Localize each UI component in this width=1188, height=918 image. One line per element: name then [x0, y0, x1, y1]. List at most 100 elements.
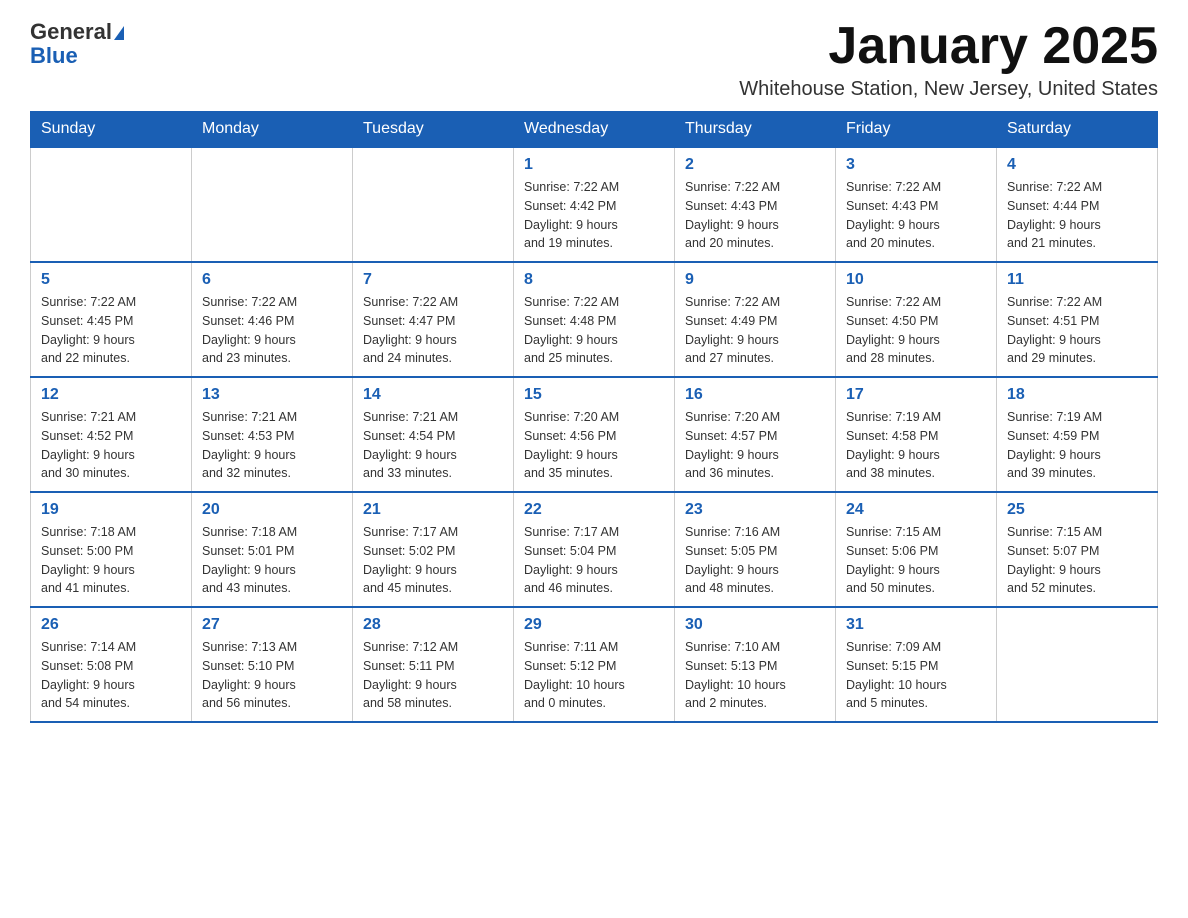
weekday-header-sunday: Sunday [31, 112, 192, 148]
day-number: 4 [1007, 156, 1147, 174]
day-info: Sunrise: 7:18 AM Sunset: 5:00 PM Dayligh… [41, 523, 181, 598]
calendar-cell: 15 Sunrise: 7:20 AM Sunset: 4:56 PM Dayli… [514, 377, 675, 492]
calendar-week-row: 12 Sunrise: 7:21 AM Sunset: 4:52 PM Dayli… [31, 377, 1158, 492]
day-number: 16 [685, 386, 825, 404]
logo-general-text: General [30, 19, 112, 44]
calendar-cell: 21Sunrise: 7:17 AM Sunset: 5:02 PM Dayli… [353, 492, 514, 607]
day-number: 2 [685, 156, 825, 174]
day-number: 14 [363, 386, 503, 404]
day-number: 5 [41, 271, 181, 289]
day-info: Sunrise: 7:20 AM Sunset: 4:57 PM Dayligh… [685, 408, 825, 483]
day-number: 25 [1007, 501, 1147, 519]
day-info: Sunrise: 7:22 AM Sunset: 4:42 PM Dayligh… [524, 178, 664, 253]
day-number: 18 [1007, 386, 1147, 404]
day-info: Sunrise: 7:22 AM Sunset: 4:48 PM Dayligh… [524, 293, 664, 368]
day-number: 12 [41, 386, 181, 404]
calendar-cell: 29Sunrise: 7:11 AM Sunset: 5:12 PM Dayli… [514, 607, 675, 722]
day-number: 24 [846, 501, 986, 519]
weekday-header-row: SundayMondayTuesdayWednesdayThursdayFrid… [31, 112, 1158, 148]
day-info: Sunrise: 7:17 AM Sunset: 5:04 PM Dayligh… [524, 523, 664, 598]
calendar-cell: 17 Sunrise: 7:19 AM Sunset: 4:58 PM Dayli… [836, 377, 997, 492]
day-number: 26 [41, 616, 181, 634]
weekday-header-saturday: Saturday [997, 112, 1158, 148]
day-number: 28 [363, 616, 503, 634]
calendar-cell: 26 Sunrise: 7:14 AM Sunset: 5:08 PM Dayli… [31, 607, 192, 722]
calendar-cell: 2 Sunrise: 7:22 AM Sunset: 4:43 PM Daylig… [675, 147, 836, 262]
logo: General Blue [30, 20, 124, 68]
calendar-table: SundayMondayTuesdayWednesdayThursdayFrid… [30, 111, 1158, 723]
day-number: 3 [846, 156, 986, 174]
day-number: 15 [524, 386, 664, 404]
calendar-cell: 1 Sunrise: 7:22 AM Sunset: 4:42 PM Daylig… [514, 147, 675, 262]
calendar-cell: 20 Sunrise: 7:18 AM Sunset: 5:01 PM Dayli… [192, 492, 353, 607]
calendar-cell: 22 Sunrise: 7:17 AM Sunset: 5:04 PM Dayli… [514, 492, 675, 607]
day-info: Sunrise: 7:16 AM Sunset: 5:05 PM Dayligh… [685, 523, 825, 598]
weekday-header-monday: Monday [192, 112, 353, 148]
day-info: Sunrise: 7:21 AM Sunset: 4:52 PM Dayligh… [41, 408, 181, 483]
day-number: 22 [524, 501, 664, 519]
calendar-cell: 25 Sunrise: 7:15 AM Sunset: 5:07 PM Dayli… [997, 492, 1158, 607]
calendar-cell: 19 Sunrise: 7:18 AM Sunset: 5:00 PM Dayli… [31, 492, 192, 607]
logo-triangle-icon [114, 26, 124, 40]
location-subtitle: Whitehouse Station, New Jersey, United S… [739, 78, 1158, 101]
day-number: 20 [202, 501, 342, 519]
day-number: 17 [846, 386, 986, 404]
page-header: General Blue January 2025 Whitehouse Sta… [30, 20, 1158, 101]
calendar-week-row: 1 Sunrise: 7:22 AM Sunset: 4:42 PM Daylig… [31, 147, 1158, 262]
day-info: Sunrise: 7:22 AM Sunset: 4:51 PM Dayligh… [1007, 293, 1147, 368]
day-info: Sunrise: 7:21 AM Sunset: 4:54 PM Dayligh… [363, 408, 503, 483]
calendar-cell [31, 147, 192, 262]
day-info: Sunrise: 7:11 AM Sunset: 5:12 PM Dayligh… [524, 638, 664, 713]
day-number: 30 [685, 616, 825, 634]
day-number: 6 [202, 271, 342, 289]
day-info: Sunrise: 7:19 AM Sunset: 4:58 PM Dayligh… [846, 408, 986, 483]
calendar-cell: 16 Sunrise: 7:20 AM Sunset: 4:57 PM Dayli… [675, 377, 836, 492]
day-info: Sunrise: 7:22 AM Sunset: 4:47 PM Dayligh… [363, 293, 503, 368]
day-number: 23 [685, 501, 825, 519]
calendar-cell: 12 Sunrise: 7:21 AM Sunset: 4:52 PM Dayli… [31, 377, 192, 492]
calendar-week-row: 19 Sunrise: 7:18 AM Sunset: 5:00 PM Dayli… [31, 492, 1158, 607]
calendar-cell [192, 147, 353, 262]
day-number: 9 [685, 271, 825, 289]
day-info: Sunrise: 7:18 AM Sunset: 5:01 PM Dayligh… [202, 523, 342, 598]
calendar-cell: 28Sunrise: 7:12 AM Sunset: 5:11 PM Dayli… [353, 607, 514, 722]
day-number: 7 [363, 271, 503, 289]
day-number: 13 [202, 386, 342, 404]
calendar-week-row: 5 Sunrise: 7:22 AM Sunset: 4:45 PM Daylig… [31, 262, 1158, 377]
month-title: January 2025 [739, 20, 1158, 72]
calendar-cell: 11 Sunrise: 7:22 AM Sunset: 4:51 PM Dayli… [997, 262, 1158, 377]
title-area: January 2025 Whitehouse Station, New Jer… [739, 20, 1158, 101]
calendar-cell: 5 Sunrise: 7:22 AM Sunset: 4:45 PM Daylig… [31, 262, 192, 377]
day-number: 1 [524, 156, 664, 174]
day-number: 21 [363, 501, 503, 519]
day-info: Sunrise: 7:22 AM Sunset: 4:50 PM Dayligh… [846, 293, 986, 368]
calendar-cell: 3 Sunrise: 7:22 AM Sunset: 4:43 PM Daylig… [836, 147, 997, 262]
calendar-body: 1 Sunrise: 7:22 AM Sunset: 4:42 PM Daylig… [31, 147, 1158, 722]
day-info: Sunrise: 7:15 AM Sunset: 5:07 PM Dayligh… [1007, 523, 1147, 598]
day-number: 11 [1007, 271, 1147, 289]
day-info: Sunrise: 7:22 AM Sunset: 4:43 PM Dayligh… [846, 178, 986, 253]
calendar-cell: 30Sunrise: 7:10 AM Sunset: 5:13 PM Dayli… [675, 607, 836, 722]
day-info: Sunrise: 7:20 AM Sunset: 4:56 PM Dayligh… [524, 408, 664, 483]
weekday-header-friday: Friday [836, 112, 997, 148]
calendar-cell [353, 147, 514, 262]
day-info: Sunrise: 7:15 AM Sunset: 5:06 PM Dayligh… [846, 523, 986, 598]
day-info: Sunrise: 7:19 AM Sunset: 4:59 PM Dayligh… [1007, 408, 1147, 483]
calendar-cell: 10Sunrise: 7:22 AM Sunset: 4:50 PM Dayli… [836, 262, 997, 377]
calendar-cell: 13Sunrise: 7:21 AM Sunset: 4:53 PM Dayli… [192, 377, 353, 492]
calendar-cell: 23 Sunrise: 7:16 AM Sunset: 5:05 PM Dayli… [675, 492, 836, 607]
day-info: Sunrise: 7:22 AM Sunset: 4:46 PM Dayligh… [202, 293, 342, 368]
calendar-cell: 18 Sunrise: 7:19 AM Sunset: 4:59 PM Dayli… [997, 377, 1158, 492]
calendar-cell: 31Sunrise: 7:09 AM Sunset: 5:15 PM Dayli… [836, 607, 997, 722]
weekday-header-wednesday: Wednesday [514, 112, 675, 148]
calendar-week-row: 26 Sunrise: 7:14 AM Sunset: 5:08 PM Dayli… [31, 607, 1158, 722]
day-info: Sunrise: 7:13 AM Sunset: 5:10 PM Dayligh… [202, 638, 342, 713]
calendar-cell: 24 Sunrise: 7:15 AM Sunset: 5:06 PM Dayli… [836, 492, 997, 607]
day-number: 8 [524, 271, 664, 289]
day-info: Sunrise: 7:14 AM Sunset: 5:08 PM Dayligh… [41, 638, 181, 713]
day-number: 19 [41, 501, 181, 519]
day-info: Sunrise: 7:22 AM Sunset: 4:43 PM Dayligh… [685, 178, 825, 253]
calendar-cell: 6 Sunrise: 7:22 AM Sunset: 4:46 PM Daylig… [192, 262, 353, 377]
day-info: Sunrise: 7:22 AM Sunset: 4:49 PM Dayligh… [685, 293, 825, 368]
day-info: Sunrise: 7:22 AM Sunset: 4:45 PM Dayligh… [41, 293, 181, 368]
